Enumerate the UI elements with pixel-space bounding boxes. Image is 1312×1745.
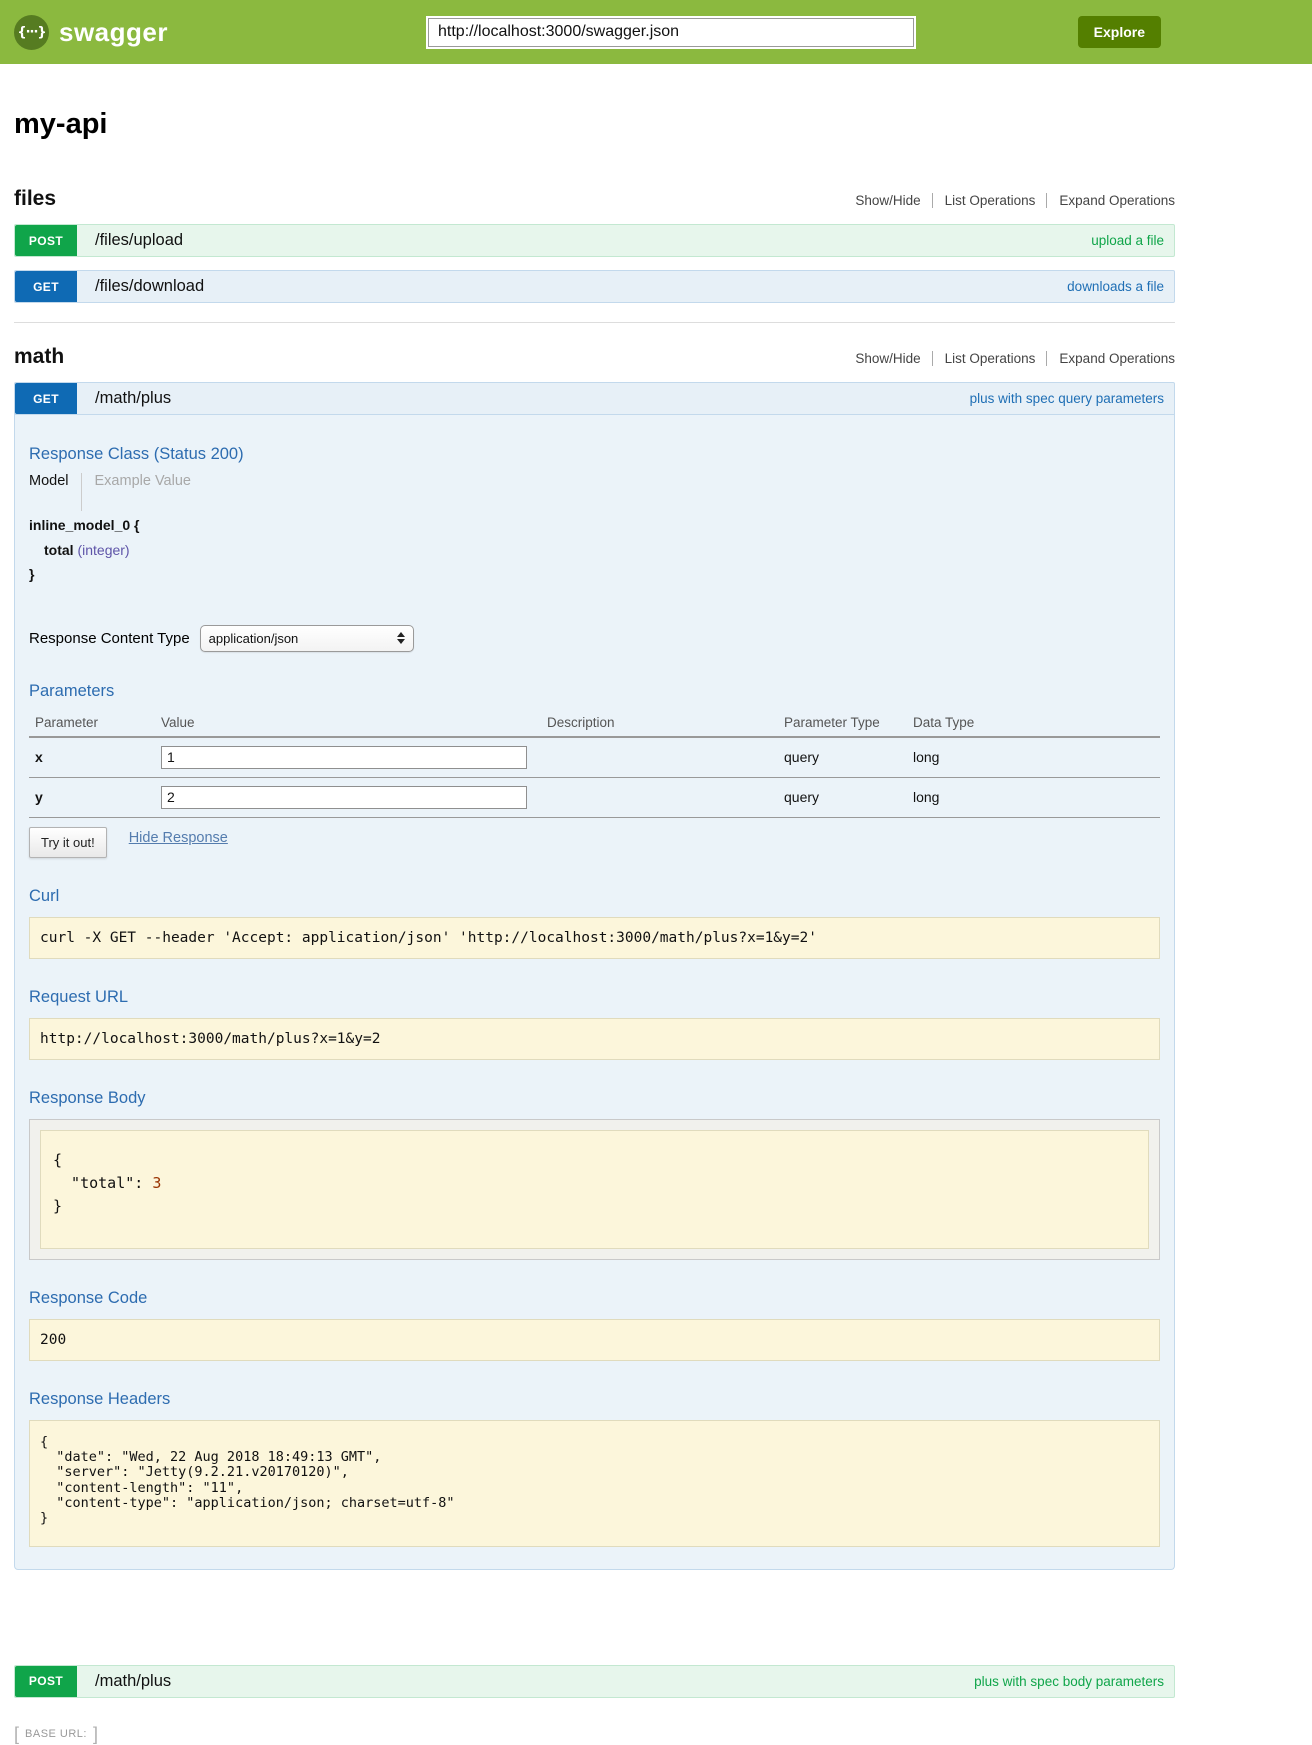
- base-url-label: BASE URL:: [25, 1728, 87, 1740]
- response-body-open-brace: {: [53, 1149, 1136, 1172]
- operation-heading[interactable]: GET /files/download downloads a file: [14, 270, 1175, 303]
- base-url-bracket-close: ]: [93, 1724, 98, 1745]
- section-divider: [14, 322, 1175, 323]
- files-show-hide-link[interactable]: Show/Hide: [855, 193, 920, 208]
- math-expand-operations-link[interactable]: Expand Operations: [1046, 351, 1175, 366]
- table-row-param-y: y query long: [29, 777, 1160, 817]
- column-header-data-type: Data Type: [907, 709, 1160, 737]
- operation-get-math-plus: GET /math/plus plus with spec query para…: [14, 382, 1175, 1570]
- response-content-type-select[interactable]: application/json: [200, 625, 414, 652]
- column-header-parameter: Parameter: [29, 709, 155, 737]
- model-signature: inline_model_0 { total (integer) }: [29, 513, 1160, 587]
- response-headers-title: Response Headers: [29, 1390, 1160, 1409]
- response-content-type-row: Response Content Type application/json: [29, 625, 1160, 652]
- operation-summary-link[interactable]: downloads a file: [1067, 279, 1164, 294]
- select-arrows-icon: [397, 632, 405, 644]
- response-class-title: Response Class (Status 200): [29, 445, 1160, 464]
- response-body-title: Response Body: [29, 1089, 1160, 1108]
- request-url-title: Request URL: [29, 988, 1160, 1007]
- response-content-type-label: Response Content Type: [29, 630, 190, 647]
- operation-heading[interactable]: POST /files/upload upload a file: [14, 224, 1175, 257]
- param-name: x: [29, 737, 155, 778]
- swagger-logo[interactable]: {···} swagger: [14, 15, 168, 50]
- swagger-logo-text: swagger: [59, 17, 168, 48]
- files-expand-operations-link[interactable]: Expand Operations: [1046, 193, 1175, 208]
- param-description: [541, 777, 778, 817]
- param-description: [541, 737, 778, 778]
- response-body-total-value: 3: [152, 1174, 161, 1192]
- response-content-type-value: application/json: [209, 631, 299, 646]
- explore-button[interactable]: Explore: [1078, 16, 1161, 48]
- get-method-badge: GET: [15, 271, 77, 302]
- param-y-value-input[interactable]: [161, 786, 527, 809]
- operation-expanded-content: Response Class (Status 200) Model Exampl…: [14, 415, 1175, 1570]
- top-bar: {···} swagger Explore: [0, 0, 1312, 64]
- response-headers-block: { "date": "Wed, 22 Aug 2018 18:49:13 GMT…: [29, 1420, 1160, 1547]
- try-it-out-row: Try it out! Hide Response: [29, 827, 1160, 858]
- request-url-block: http://localhost:3000/math/plus?x=1&y=2: [29, 1018, 1160, 1060]
- response-body-total-line: "total": 3: [53, 1172, 1136, 1195]
- param-type: query: [778, 737, 907, 778]
- model-close-brace: }: [29, 562, 1160, 587]
- math-list-operations-link[interactable]: List Operations: [932, 351, 1036, 366]
- tab-model[interactable]: Model: [29, 473, 69, 489]
- operation-path-link[interactable]: /math/plus: [95, 389, 171, 408]
- response-body-block: { "total": 3 }: [40, 1130, 1149, 1250]
- operation-get-files-download: GET /files/download downloads a file: [14, 270, 1175, 303]
- tab-example-value[interactable]: Example Value: [81, 473, 191, 511]
- files-section-title: files: [14, 187, 56, 211]
- operation-summary-link[interactable]: plus with spec query parameters: [970, 391, 1164, 406]
- param-type: query: [778, 777, 907, 817]
- param-x-value-input[interactable]: [161, 746, 527, 769]
- response-body-container: { "total": 3 }: [29, 1119, 1160, 1261]
- try-it-out-button[interactable]: Try it out!: [29, 827, 107, 858]
- response-code-title: Response Code: [29, 1289, 1160, 1308]
- response-body-close-brace: }: [53, 1195, 1136, 1218]
- operation-path-link[interactable]: /math/plus: [95, 1672, 171, 1691]
- files-section-links: Show/Hide List Operations Expand Operati…: [855, 193, 1175, 208]
- model-property-name: total: [44, 542, 74, 558]
- operation-post-math-plus: POST /math/plus plus with spec body para…: [14, 1665, 1175, 1698]
- model-tabs: Model Example Value: [29, 473, 1160, 511]
- column-header-description: Description: [541, 709, 778, 737]
- post-method-badge: POST: [15, 1666, 77, 1697]
- param-data-type: long: [907, 737, 1160, 778]
- column-header-parameter-type: Parameter Type: [778, 709, 907, 737]
- base-url-footer: [ BASE URL: ]: [14, 1724, 1175, 1745]
- model-name: inline_model_0 {: [29, 513, 1160, 538]
- operation-path-link[interactable]: /files/download: [95, 277, 204, 296]
- main-content: my-api files Show/Hide List Operations E…: [14, 108, 1175, 1745]
- column-header-value: Value: [155, 709, 541, 737]
- operation-heading[interactable]: POST /math/plus plus with spec body para…: [14, 1665, 1175, 1698]
- operation-summary-link[interactable]: plus with spec body parameters: [974, 1674, 1164, 1689]
- param-name: y: [29, 777, 155, 817]
- operation-heading[interactable]: GET /math/plus plus with spec query para…: [14, 382, 1175, 415]
- model-property-type: (integer): [77, 542, 129, 558]
- files-list-operations-link[interactable]: List Operations: [932, 193, 1036, 208]
- spec-url-input[interactable]: [426, 16, 916, 49]
- curl-command-block: curl -X GET --header 'Accept: applicatio…: [29, 917, 1160, 959]
- math-show-hide-link[interactable]: Show/Hide: [855, 351, 920, 366]
- post-method-badge: POST: [15, 225, 77, 256]
- base-url-bracket-open: [: [14, 1724, 19, 1745]
- operation-path-link[interactable]: /files/upload: [95, 231, 183, 250]
- math-section-links: Show/Hide List Operations Expand Operati…: [855, 351, 1175, 366]
- page-title: my-api: [14, 108, 1175, 141]
- math-section-title: math: [14, 345, 64, 369]
- table-row-param-x: x query long: [29, 737, 1160, 778]
- get-method-badge: GET: [15, 383, 77, 414]
- operation-post-files-upload: POST /files/upload upload a file: [14, 224, 1175, 257]
- hide-response-link[interactable]: Hide Response: [129, 830, 228, 846]
- curl-title: Curl: [29, 887, 1160, 906]
- swagger-logo-icon: {···}: [14, 15, 49, 50]
- math-section-header: math Show/Hide List Operations Expand Op…: [14, 345, 1175, 369]
- operation-summary-link[interactable]: upload a file: [1091, 233, 1164, 248]
- parameters-title: Parameters: [29, 682, 1160, 701]
- parameters-table: Parameter Value Description Parameter Ty…: [29, 709, 1160, 818]
- param-data-type: long: [907, 777, 1160, 817]
- response-code-block: 200: [29, 1319, 1160, 1361]
- files-section-header: files Show/Hide List Operations Expand O…: [14, 187, 1175, 211]
- model-property: total (integer): [29, 538, 1160, 563]
